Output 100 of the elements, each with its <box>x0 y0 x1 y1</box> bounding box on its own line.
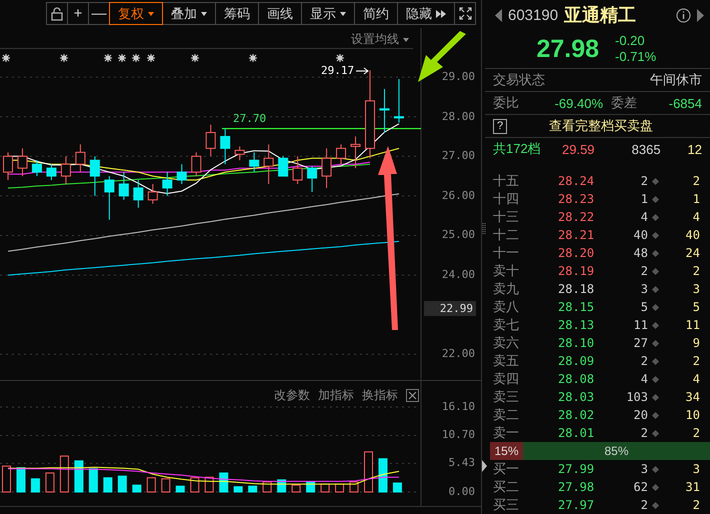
order-level-label: 卖七 <box>493 316 520 334</box>
volume-bar <box>103 477 112 492</box>
price-axis-label: 26.00 <box>440 188 475 202</box>
volume-axis-label: 16.10 <box>440 400 475 413</box>
sell-ratio-label: 85% <box>603 443 630 460</box>
order-count: 2 <box>692 174 700 188</box>
stock-code: 603190 <box>508 6 558 24</box>
lock-button[interactable] <box>46 2 68 25</box>
previous-arrow-icon[interactable] <box>495 8 502 22</box>
candlestick <box>104 176 114 220</box>
info-icon[interactable] <box>676 8 691 22</box>
volume-bar <box>335 484 344 492</box>
fullscreen-button[interactable] <box>454 2 476 25</box>
order-count: 24 <box>684 246 700 260</box>
order-volume: 3 <box>640 282 648 296</box>
order-level-label: 买三 <box>493 496 520 514</box>
price-pointer-arrow <box>356 68 369 74</box>
drag-handle-icon[interactable] <box>482 222 486 236</box>
volume-bar <box>364 451 373 492</box>
order-price: 28.02 <box>558 408 596 422</box>
order-count: 3 <box>692 462 700 476</box>
order-price: 28.21 <box>558 228 596 242</box>
price-axis-label: 25.00 <box>440 228 475 242</box>
order-price: 27.98 <box>558 480 596 494</box>
order-price: 28.09 <box>558 354 596 368</box>
toolbar-button[interactable]: 画线 <box>258 2 302 25</box>
order-level-label: 十二 <box>493 226 520 244</box>
order-volume: 103 <box>625 390 648 404</box>
indicator-action-link[interactable]: 改参数 <box>274 387 310 404</box>
event-marker-icon <box>146 54 156 62</box>
candlestick <box>118 172 129 200</box>
ma-settings-menu[interactable]: 设置均线 <box>351 31 409 48</box>
toolbar-menu-button[interactable]: 复权 <box>109 2 163 25</box>
caret-icon <box>403 38 409 42</box>
volume-bar <box>146 477 156 492</box>
order-count: 5 <box>692 300 700 314</box>
order-volume: 2 <box>640 264 648 278</box>
price-axis-label: 29.00 <box>440 70 475 84</box>
close-icon[interactable] <box>406 389 419 402</box>
toolbar-button[interactable]: 筹码 <box>215 2 259 25</box>
order-count: 2 <box>692 498 700 512</box>
order-count: 2 <box>692 426 700 440</box>
next-arrow-icon[interactable] <box>697 8 704 22</box>
order-count: 40 <box>684 228 700 242</box>
volume-bar <box>234 486 243 492</box>
order-volume: 62 <box>632 480 648 494</box>
order-count: 3 <box>692 282 700 296</box>
candlestick <box>322 148 332 188</box>
volume-bar <box>392 482 402 492</box>
order-count: 31 <box>684 480 700 494</box>
toolbar-button[interactable]: 隐藏 <box>397 2 455 25</box>
order-volume: 11 <box>632 318 648 332</box>
toolbar-button[interactable]: — <box>88 2 110 25</box>
order-volume: 40 <box>632 228 648 242</box>
order-price: 28.18 <box>558 282 596 296</box>
volume-bar <box>16 467 26 492</box>
order-level-label: 卖五 <box>493 352 520 370</box>
toolbar-menu-button[interactable]: 显示 <box>301 2 355 25</box>
order-volume: 2 <box>640 354 648 368</box>
candlestick <box>249 152 260 173</box>
order-level-label: 十五 <box>493 172 520 190</box>
volume-bar <box>219 472 228 492</box>
commission-ratio-value: -69.40% <box>554 96 603 110</box>
order-price: 27.97 <box>558 498 596 512</box>
volume-bar <box>320 484 330 492</box>
volume-bar <box>88 468 98 492</box>
order-price: 28.24 <box>558 174 596 188</box>
full-depth-link[interactable]: 查看完整档买卖盘 <box>549 117 653 135</box>
candlestick <box>17 148 28 177</box>
volume-axis-label: 0.00 <box>448 485 475 498</box>
indicator-action-link[interactable]: 加指标 <box>318 387 354 404</box>
order-volume: 2 <box>640 498 648 512</box>
candlestick <box>307 166 318 192</box>
volume-bar <box>60 456 69 492</box>
volume-bar <box>132 484 142 492</box>
candlestick <box>336 144 346 165</box>
candlestick <box>220 128 230 165</box>
help-button[interactable]: ? <box>493 118 507 134</box>
fullscreen-icon <box>458 7 472 20</box>
order-price: 28.13 <box>558 318 596 332</box>
order-price: 28.08 <box>558 372 596 386</box>
candlestick <box>46 164 56 181</box>
order-count: 10 <box>684 408 700 422</box>
candlestick <box>148 184 158 204</box>
toolbar-menu-button[interactable]: 叠加 <box>162 2 216 25</box>
event-marker-icon <box>132 54 140 62</box>
order-count: 2 <box>692 354 700 368</box>
toolbar-button[interactable]: + <box>67 2 89 25</box>
indicator-action-link[interactable]: 换指标 <box>362 387 398 404</box>
level-line-label: 27.70 <box>233 112 266 125</box>
order-level-label: 卖二 <box>493 406 520 424</box>
volume-axis-label: 10.70 <box>440 428 475 442</box>
toolbar-button[interactable]: 简约 <box>354 2 398 25</box>
double-arrow-icon <box>436 10 446 18</box>
order-level-label: 卖一 <box>493 424 520 442</box>
candlestick <box>60 156 71 184</box>
collapse-arrow-icon[interactable] <box>482 460 487 472</box>
order-level-label: 买二 <box>493 478 520 496</box>
order-level-label: 十三 <box>493 208 520 226</box>
order-price: 28.03 <box>558 390 596 404</box>
